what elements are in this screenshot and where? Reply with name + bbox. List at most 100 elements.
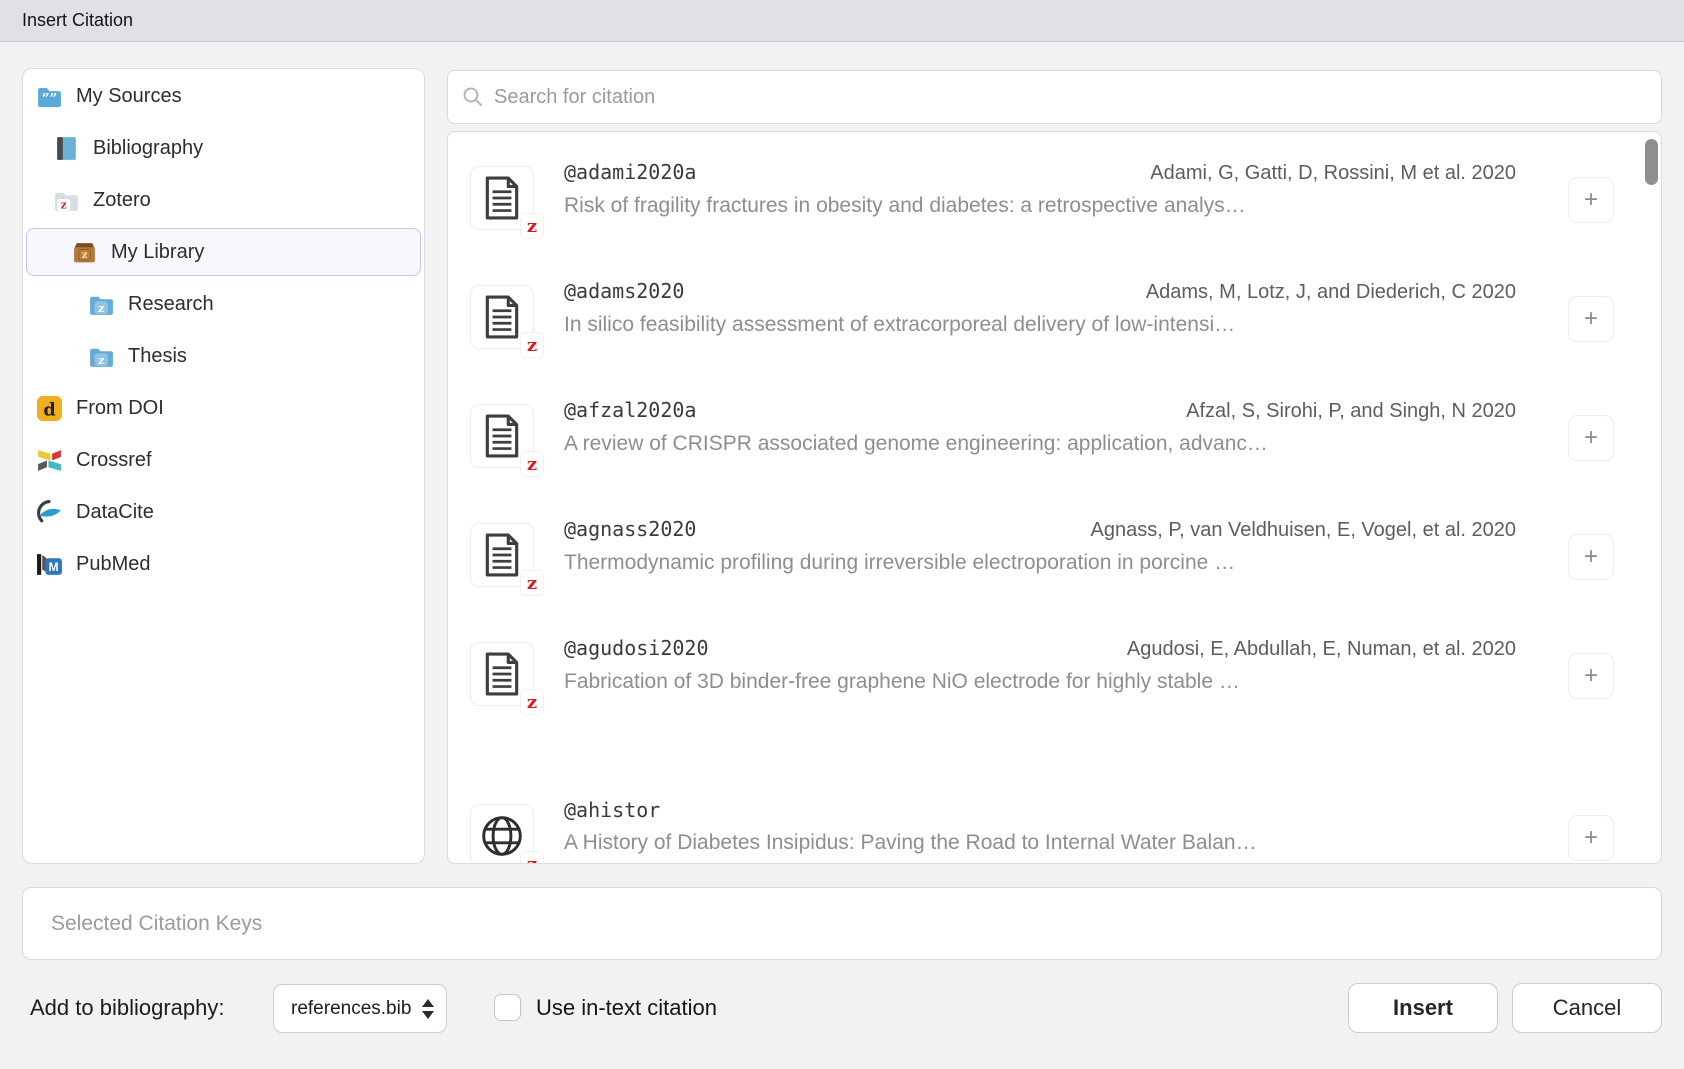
add-citation-button[interactable]: +	[1568, 815, 1614, 861]
insert-citation-dialog: Insert Citation ”” My Sources Bibliography…	[0, 0, 1684, 1069]
svg-text:z: z	[98, 300, 105, 314]
globe-icon	[479, 813, 525, 859]
zotero-badge-icon: z	[521, 333, 543, 357]
use-intext-citation-checkbox[interactable]	[494, 994, 521, 1021]
sidebar-item-pubmed[interactable]: M PubMed	[26, 540, 421, 588]
zotero-badge-icon: z	[521, 214, 543, 238]
zotero-folder-icon: z	[53, 187, 80, 214]
citation-text: @ahistorA History of Diabetes Insipidus:…	[564, 798, 1516, 855]
citation-authors: Adami, G, Gatti, D, Rossini, M et al. 20…	[1150, 162, 1516, 185]
sidebar-item-research[interactable]: z Research	[26, 280, 421, 328]
sidebar-item-datacite[interactable]: DataCite	[26, 488, 421, 536]
sidebar-item-label: Crossref	[76, 449, 152, 472]
sidebar-item-label: DataCite	[76, 501, 154, 524]
zotero-badge-icon: z	[521, 852, 543, 864]
sidebar-item-label: PubMed	[76, 553, 151, 576]
zotero-badge-icon: z	[521, 690, 543, 714]
zotero-library-icon: z	[71, 239, 98, 266]
citation-key: @adams2020	[564, 279, 684, 303]
insert-button[interactable]: Insert	[1348, 983, 1498, 1033]
svg-text:M: M	[49, 560, 59, 574]
sidebar-item-bibliography[interactable]: Bibliography	[26, 124, 421, 172]
sidebar-item-label: Zotero	[93, 189, 151, 212]
scrollbar-thumb[interactable]	[1645, 139, 1658, 185]
pubmed-icon: M	[36, 551, 63, 578]
title-bar: Insert Citation	[0, 0, 1684, 42]
citation-row[interactable]: z @agnass2020 Agnass, P, van Veldhuisen, E…	[448, 489, 1661, 608]
sidebar-item-thesis[interactable]: z Thesis	[26, 332, 421, 380]
add-citation-button[interactable]: +	[1568, 415, 1614, 461]
doi-icon: d	[36, 395, 63, 422]
sidebar-item-label: From DOI	[76, 397, 164, 420]
citation-authors: Agnass, P, van Veldhuisen, E, Vogel, et …	[1091, 519, 1517, 542]
citation-key: @afzal2020a	[564, 398, 696, 422]
add-citation-button[interactable]: +	[1568, 534, 1614, 580]
sidebar-item-label: Research	[128, 293, 214, 316]
sidebar-item-zotero[interactable]: z Zotero	[26, 176, 421, 224]
sidebar-item-from-doi[interactable]: d From DOI	[26, 384, 421, 432]
citation-title: Thermodynamic profiling during irreversi…	[564, 551, 1516, 575]
sidebar-item-my-library[interactable]: zMy Library	[26, 228, 421, 276]
citation-search-box	[447, 70, 1662, 124]
citation-title: Fabrication of 3D binder-free graphene N…	[564, 670, 1516, 694]
citation-row[interactable]: z @adami2020a Adami, G, Gatti, D, Rossini,…	[448, 132, 1661, 251]
citation-text: @agnass2020 Agnass, P, van Veldhuisen, E,…	[564, 517, 1516, 575]
citation-authors: Adams, M, Lotz, J, and Diederich, C 2020	[1146, 281, 1516, 304]
zotero-badge-icon: z	[521, 571, 543, 595]
document-icon	[483, 295, 521, 339]
datacite-icon	[36, 499, 63, 526]
citation-title: Risk of fragility fractures in obesity a…	[564, 194, 1516, 218]
add-citation-button[interactable]: +	[1568, 177, 1614, 223]
document-icon	[483, 414, 521, 458]
citation-row[interactable]: z @ahistorA History of Diabetes Insipidus…	[448, 770, 1661, 864]
citation-type-iconbox: z	[470, 523, 534, 587]
sidebar-item-my-sources[interactable]: ”” My Sources	[26, 72, 421, 120]
svg-text:z: z	[98, 352, 105, 366]
citation-type-iconbox: z	[470, 285, 534, 349]
document-icon	[483, 176, 521, 220]
citation-key: @agudosi2020	[564, 636, 709, 660]
crossref-icon	[36, 447, 63, 474]
sidebar-item-crossref[interactable]: Crossref	[26, 436, 421, 484]
citation-type-iconbox: z	[470, 642, 534, 706]
citation-title: In silico feasibility assessment of extr…	[564, 313, 1516, 337]
document-icon	[483, 533, 521, 577]
sidebar-item-label: My Sources	[76, 85, 182, 108]
citation-text: @adams2020 Adams, M, Lotz, J, and Diederi…	[564, 279, 1516, 337]
citation-row[interactable]: z @adams2020 Adams, M, Lotz, J, and Dieder…	[448, 251, 1661, 370]
sidebar-item-label: Thesis	[128, 345, 187, 368]
citation-title: A review of CRISPR associated genome eng…	[564, 432, 1516, 456]
citation-type-iconbox: z	[470, 166, 534, 230]
bibliography-book-icon	[53, 135, 80, 162]
zotero-collection-icon: z	[88, 343, 115, 370]
citation-text: @agudosi2020Agudosi, E, Abdullah, E, Num…	[564, 636, 1516, 694]
citation-key: @adami2020a	[564, 160, 696, 184]
citation-title: A History of Diabetes Insipidus: Paving …	[564, 831, 1516, 855]
my-sources-folder-icon: ””	[36, 83, 63, 110]
document-icon	[483, 652, 521, 696]
search-icon	[462, 86, 484, 108]
bibliography-file-value: references.bib	[291, 998, 411, 1020]
search-input[interactable]	[494, 86, 1647, 109]
zotero-collection-icon: z	[88, 291, 115, 318]
select-updown-arrows-icon	[422, 999, 434, 1019]
svg-text:z: z	[60, 198, 66, 211]
add-to-bibliography-label: Add to bibliography:	[30, 983, 224, 1033]
citation-authors: Afzal, S, Sirohi, P, and Singh, N 2020	[1186, 400, 1516, 423]
dialog-title: Insert Citation	[22, 10, 133, 31]
citation-row[interactable]: z @afzal2020a Afzal, S, Sirohi, P, and Sin…	[448, 370, 1661, 489]
svg-text:d: d	[43, 399, 55, 420]
sources-sidebar: ”” My Sources Bibliography z Zotero zMy Libra…	[22, 68, 425, 864]
citation-key: @agnass2020	[564, 517, 696, 541]
citation-text: @adami2020a Adami, G, Gatti, D, Rossini, …	[564, 160, 1516, 218]
svg-text:z: z	[82, 250, 88, 261]
selected-citation-keys-input[interactable]	[22, 887, 1662, 960]
add-citation-button[interactable]: +	[1568, 653, 1614, 699]
citation-row[interactable]: z @agudosi2020Agudosi, E, Abdullah, E, Nu…	[448, 608, 1661, 727]
bibliography-file-select[interactable]: references.bib	[273, 984, 447, 1033]
add-citation-button[interactable]: +	[1568, 296, 1614, 342]
cancel-button[interactable]: Cancel	[1512, 983, 1662, 1033]
svg-text:””: ””	[42, 91, 58, 107]
sidebar-item-label: Bibliography	[93, 137, 203, 160]
citation-type-iconbox: z	[470, 404, 534, 468]
